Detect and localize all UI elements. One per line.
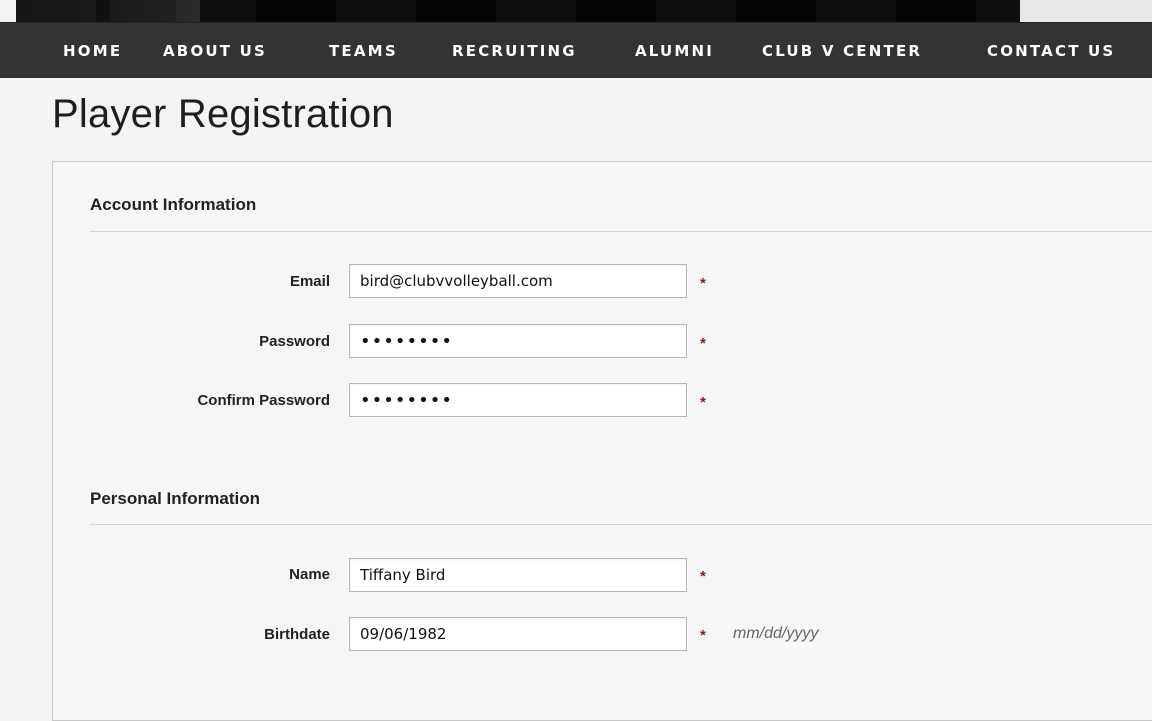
confirm-password-field[interactable]	[349, 383, 687, 417]
email-field[interactable]	[349, 264, 687, 298]
top-banner-strip	[0, 0, 1152, 22]
personal-information-heading: Personal Information	[90, 489, 261, 508]
nav-item-teams[interactable]: TEAMS	[329, 23, 398, 79]
birthdate-field[interactable]	[349, 617, 687, 651]
password-label: Password	[259, 333, 330, 350]
required-marker: *	[700, 275, 706, 292]
password-field[interactable]	[349, 324, 687, 358]
section-divider	[90, 231, 1152, 232]
nav-item-about-us[interactable]: ABOUT US	[163, 23, 267, 79]
nav-item-club-v-center[interactable]: CLUB V CENTER	[762, 23, 922, 79]
name-label: Name	[289, 566, 330, 583]
birthdate-format-hint: mm/dd/yyyy	[733, 625, 819, 642]
required-marker: *	[700, 394, 706, 411]
required-marker: *	[700, 627, 706, 644]
nav-item-recruiting[interactable]: RECRUITING	[452, 23, 577, 79]
birthdate-label: Birthdate	[264, 626, 330, 643]
email-label: Email	[289, 273, 330, 290]
name-field[interactable]	[349, 558, 687, 592]
main-navigation: HOME ABOUT US TEAMS RECRUITING ALUMNI CL…	[0, 22, 1152, 78]
nav-item-home[interactable]: HOME	[63, 23, 122, 79]
nav-item-contact-us[interactable]: CONTACT US	[987, 23, 1115, 79]
nav-item-alumni[interactable]: ALUMNI	[635, 23, 714, 79]
section-divider	[90, 524, 1152, 525]
account-information-heading: Account Information	[90, 195, 257, 214]
page-title: Player Registration	[52, 92, 394, 136]
required-marker: *	[700, 335, 706, 352]
required-marker: *	[700, 568, 706, 585]
confirm-password-label: Confirm Password	[197, 392, 330, 409]
